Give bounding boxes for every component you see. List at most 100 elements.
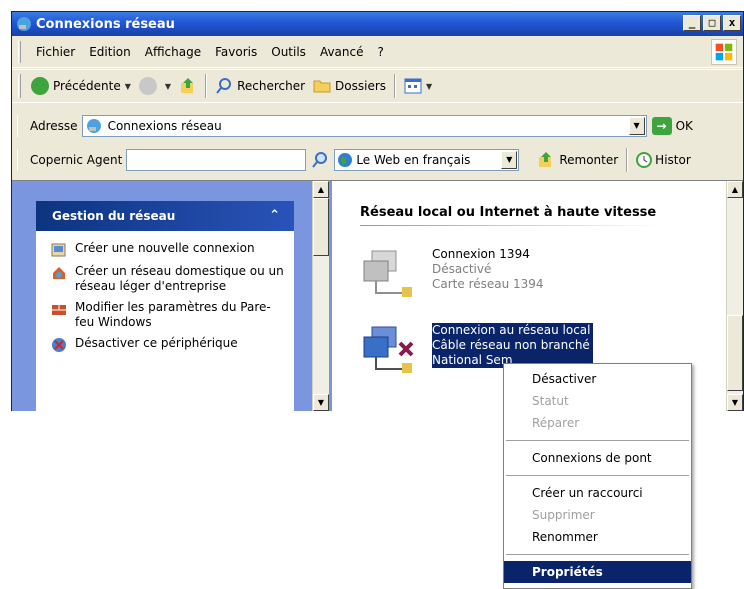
toolbar-grip[interactable]: [18, 74, 21, 98]
connection-item-1394[interactable]: Connexion 1394 Désactivé Carte réseau 13…: [360, 247, 544, 305]
standard-toolbar: Précédente ▼ ▼ Rechercher Dossiers ▼: [12, 69, 743, 103]
network-connections-icon: [86, 119, 101, 133]
menu-edition[interactable]: Edition: [82, 45, 138, 59]
menu-favoris[interactable]: Favoris: [208, 45, 264, 59]
new-connection-icon: [51, 243, 66, 257]
address-bar: Adresse Connexions réseau ▼ → OK: [12, 113, 743, 139]
copernic-toolbar: Copernic Agent Le Web en français ▼ Remo…: [12, 145, 743, 175]
globe-icon: [338, 153, 353, 167]
go-arrow-icon: →: [651, 117, 672, 135]
menu-item-renommer[interactable]: Renommer: [504, 526, 691, 548]
task-box: Gestion du réseau ⌃ Créer une nouvelle c…: [36, 201, 294, 411]
up-folder-icon: [539, 152, 552, 167]
connection-status: Désactivé: [432, 262, 492, 276]
scroll-down-button[interactable]: ▼: [313, 394, 329, 411]
address-label: Adresse: [17, 115, 82, 137]
network-connection-disabled-icon: [363, 250, 412, 297]
menu-fichier[interactable]: Fichier: [29, 45, 82, 59]
menu-avance[interactable]: Avancé: [313, 45, 371, 59]
toolbar-separator: [626, 148, 629, 172]
copernic-label: Copernic Agent: [17, 149, 126, 171]
connection-name: Connexion 1394: [432, 247, 530, 261]
search-scope-value: Le Web en français: [356, 153, 471, 167]
menu-item-connexions-de-pont[interactable]: Connexions de pont: [504, 447, 691, 469]
menu-item-desactiver[interactable]: Désactiver: [504, 368, 691, 390]
task-box-title: Gestion du réseau: [52, 209, 176, 223]
network-connections-icon: [17, 17, 31, 31]
connection-device: Carte réseau 1394: [432, 277, 544, 291]
menu-item-supprimer[interactable]: Supprimer: [504, 504, 691, 526]
explorer-window: Connexions réseau _ □ x Fichier Edition …: [11, 11, 744, 411]
back-label: Précédente: [53, 79, 121, 93]
firewall-icon: [52, 305, 66, 315]
menu-item-reparer[interactable]: Réparer: [504, 412, 691, 434]
menu-affichage[interactable]: Affichage: [138, 45, 208, 59]
task-box-header[interactable]: Gestion du réseau ⌃: [36, 201, 294, 231]
screen: Connexions réseau _ □ x Fichier Edition …: [0, 0, 744, 589]
home-network-icon: [53, 267, 65, 279]
history-button[interactable]: Histor: [632, 147, 695, 173]
folders-button[interactable]: Dossiers: [309, 73, 390, 99]
views-icon: [404, 78, 422, 94]
address-dropdown-button[interactable]: ▼: [628, 117, 645, 135]
scroll-thumb[interactable]: [313, 198, 329, 256]
search-scope-dropdown-button[interactable]: ▼: [501, 151, 518, 169]
maximize-button[interactable]: □: [703, 15, 721, 31]
menu-item-creer-raccourci[interactable]: Créer un raccourci: [504, 482, 691, 504]
menu-item-statut[interactable]: Statut: [504, 390, 691, 412]
connections-scrollbar[interactable]: ▲ ▼: [726, 181, 743, 411]
forward-button[interactable]: ▼: [135, 73, 175, 99]
forward-arrow-icon: [138, 77, 157, 95]
toolbar-grip[interactable]: [18, 40, 21, 63]
address-field[interactable]: Connexions réseau ▼: [81, 115, 647, 137]
copernic-search-input[interactable]: [126, 149, 307, 171]
menu-help[interactable]: ?: [370, 45, 390, 59]
views-button[interactable]: ▼: [400, 73, 436, 99]
dropdown-arrow-icon[interactable]: ▼: [165, 82, 171, 91]
title-bar[interactable]: Connexions réseau _ □ x: [12, 12, 743, 36]
menu-item-proprietes[interactable]: Propriétés: [504, 561, 691, 583]
remonter-button[interactable]: Remonter: [533, 147, 622, 173]
task-firewall-settings[interactable]: Modifier les paramètres du Pare-feu Wind…: [37, 297, 293, 333]
dropdown-arrow-icon[interactable]: ▼: [426, 82, 432, 91]
group-divider: [360, 225, 660, 226]
windows-logo-icon: [711, 39, 737, 65]
go-label: OK: [675, 119, 693, 133]
search-icon[interactable]: [310, 150, 330, 170]
search-button[interactable]: Rechercher: [211, 73, 309, 99]
connection-name: Connexion au réseau local: [432, 323, 593, 338]
scroll-up-button[interactable]: ▲: [313, 181, 329, 198]
context-menu: Désactiver Statut Réparer Connexions de …: [503, 363, 692, 589]
minimize-button[interactable]: _: [683, 15, 701, 31]
task-new-connection[interactable]: Créer une nouvelle connexion: [37, 238, 293, 261]
scroll-up-button[interactable]: ▲: [727, 181, 743, 198]
menu-outils[interactable]: Outils: [264, 45, 313, 59]
task-pane-scrollbar[interactable]: ▲ ▼: [312, 181, 329, 411]
history-label: Histor: [655, 153, 691, 167]
close-button[interactable]: x: [723, 15, 741, 31]
dropdown-arrow-icon[interactable]: ▼: [125, 82, 131, 91]
collapse-chevron-icon[interactable]: ⌃: [269, 208, 280, 223]
scroll-thumb[interactable]: [727, 315, 743, 391]
back-arrow-icon: [31, 77, 49, 95]
toolbar-separator: [394, 74, 397, 98]
go-button[interactable]: → OK: [651, 117, 693, 135]
toolbar-separator: [205, 74, 208, 98]
folder-icon: [313, 80, 331, 93]
history-icon: [636, 152, 653, 168]
back-button[interactable]: Précédente ▼: [27, 73, 135, 99]
task-label: Désactiver ce périphérique: [75, 336, 238, 350]
task-disable-device[interactable]: Désactiver ce périphérique: [37, 333, 293, 356]
search-icon: [216, 78, 232, 94]
task-label: Créer un réseau domestique ou un réseau …: [75, 264, 284, 293]
window-title: Connexions réseau: [36, 16, 175, 32]
remonter-label: Remonter: [559, 153, 619, 167]
up-folder-button[interactable]: [175, 73, 201, 99]
search-scope-select[interactable]: Le Web en français ▼: [334, 149, 520, 171]
scroll-down-button[interactable]: ▼: [727, 394, 743, 411]
task-pane: Gestion du réseau ⌃ Créer une nouvelle c…: [12, 181, 332, 411]
search-label: Rechercher: [237, 79, 306, 93]
address-value: Connexions réseau: [107, 119, 222, 133]
task-home-network[interactable]: Créer un réseau domestique ou un réseau …: [37, 261, 293, 297]
menu-bar: Fichier Edition Affichage Favoris Outils…: [12, 36, 743, 68]
